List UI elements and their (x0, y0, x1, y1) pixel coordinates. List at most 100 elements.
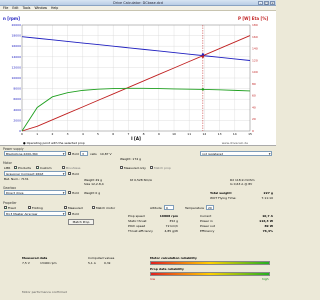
power-in-value: 116,3 W (259, 219, 273, 223)
thrust-eff-value: 4,85 g/W (164, 229, 178, 233)
y-left-tick: 16000 (11, 44, 21, 48)
chart-legend: ● Operating point with the selected prop (23, 141, 85, 145)
series-line-p-out (21, 35, 251, 132)
motor-reliability-label: Motor calculation reliability (150, 256, 197, 260)
operating-point-eta-marker (201, 88, 205, 91)
temperature-input[interactable]: 20 (206, 205, 214, 210)
products-checkbox[interactable] (14, 166, 18, 170)
x-tick: 7 (127, 132, 129, 136)
x-tick: 15 (248, 132, 252, 136)
x-tick: 9 (158, 132, 160, 136)
motor-reliability-bar (150, 261, 270, 265)
powersupply-weight: Weight: 174 g (120, 157, 141, 161)
y-right-tick: 20 (252, 117, 256, 121)
x-tick: 3 (67, 132, 69, 136)
y-right-tick: 140 (252, 47, 258, 51)
fixed-checkbox[interactable] (4, 206, 8, 210)
cells-input[interactable]: 3 (80, 151, 88, 156)
power-in-label: Power in (200, 219, 213, 223)
measured-only-label: Measured only (124, 166, 146, 170)
power-out-label: Power out (200, 224, 215, 228)
minimize-icon[interactable]: – (258, 1, 263, 5)
altitude-label: Altitude (150, 206, 162, 210)
match-prop-label: Match prop (154, 166, 171, 170)
y-right-axis-title: P [W] Eta [%] (238, 16, 268, 21)
reliability-low: low (150, 277, 156, 281)
x-tick: 12 (202, 132, 206, 136)
measured-label: Measured (68, 206, 83, 210)
static-thrust-value: 352 g (169, 219, 178, 223)
fixed-label: Fixed (8, 206, 16, 210)
gearbox-weight: Weight 0 g (84, 191, 101, 195)
motor-kt: Kt 0,528 Nm/A (130, 178, 152, 182)
reliability-high: high (262, 277, 269, 281)
measured-rpm: 13400 rpm (40, 261, 57, 265)
footer-status: Motor performance confirmed (22, 290, 67, 294)
powersupply-select[interactable]: Blackstone 2200-36C (4, 151, 66, 156)
x-tick: 4 (82, 132, 84, 136)
measured-checkbox[interactable] (64, 206, 68, 210)
altitude-input[interactable]: 0 (164, 205, 174, 210)
motor-size: Size 12,2-8,4 (84, 182, 104, 186)
x-tick: 5 (97, 132, 99, 136)
y-right-tick: 80 (252, 82, 256, 86)
folding-checkbox[interactable] (28, 206, 32, 210)
pitch-speed-value: 72 km/h (165, 224, 178, 228)
match-prop-button[interactable]: Match Prop (68, 219, 94, 225)
operating-point-rpm-marker (201, 53, 205, 56)
x-tick: 11 (187, 132, 191, 136)
x-tick: 0 (21, 132, 23, 136)
performance-chart: 20000 18000 16000 14000 12000 10000 8000 6000 40… (0, 11, 276, 146)
close-icon[interactable]: × (270, 1, 275, 5)
y-left-axis-title: n [rpm] (3, 16, 20, 21)
custom-label: Custom (40, 166, 52, 170)
computed-extra: 0,3k (104, 261, 111, 265)
efficiency-label: Efficiency (200, 229, 215, 233)
match-prop-checkbox[interactable] (150, 166, 154, 170)
x-tick: 2 (51, 132, 53, 136)
brushless-checkbox[interactable] (62, 166, 66, 170)
window-title: Drive Calculator: DCbase.dcd (113, 1, 163, 5)
prop-speed-value: 16808 rpm (159, 214, 178, 218)
prop-speed-label: Prop speed (128, 214, 145, 218)
registration-select[interactable]: not registered (200, 151, 272, 156)
custom-checkbox[interactable] (36, 166, 40, 170)
x-tick: 13 (218, 132, 222, 136)
y-right-tick: 0 (252, 129, 254, 133)
y-right-tick: 180 (252, 23, 258, 27)
y-left-tick: 10000 (11, 76, 21, 80)
settings-panel: Power supply Blackstone 2200-36C Hold 3 … (0, 146, 276, 300)
current-label: Current (200, 214, 212, 218)
prop-hold-checkbox[interactable] (68, 212, 72, 216)
x-tick: 8 (143, 132, 145, 136)
y-left-tick: 12000 (11, 65, 21, 69)
cells-voltage: 10,87 V (100, 152, 112, 156)
motor-select[interactable]: Graupner Compact 260Z (4, 171, 66, 176)
y-left-tick: 6000 (13, 97, 21, 101)
motor-bat-number: Bat. Num.: 7131 (4, 177, 29, 181)
y-right-tick: 120 (252, 58, 258, 62)
products-label: Products (18, 166, 31, 170)
powersupply-hold-label: Hold (72, 152, 79, 156)
y-left-tick: 8000 (13, 87, 21, 91)
gearbox-hold-checkbox[interactable] (68, 191, 72, 195)
maximize-icon[interactable]: □ (264, 1, 269, 5)
prop-select[interactable]: 8×3 Master Airscrew (4, 211, 66, 216)
efficiency-value: 76,4% (262, 229, 273, 233)
powersupply-hold-checkbox[interactable] (68, 152, 72, 156)
x-tick: 14 (233, 132, 237, 136)
folding-label: Folding (32, 206, 43, 210)
wot-value: 7:11:10 (261, 196, 273, 200)
gearbox-select[interactable]: Direct drive (4, 190, 66, 195)
y-right-tick: 160 (252, 35, 258, 39)
total-weight-value: 227 g (263, 191, 273, 195)
match-motor-label: Match motor (96, 206, 116, 210)
motor-hold-checkbox[interactable] (68, 172, 72, 176)
brushless-label: Brushless (66, 166, 81, 170)
motor-hold-label: Hold (72, 172, 79, 176)
match-motor-checkbox[interactable] (92, 206, 96, 210)
y-left-tick: 18000 (11, 34, 21, 38)
y-right-tick: 100 (252, 70, 258, 74)
computed-values-label: Computed values (88, 256, 115, 260)
measured-only-checkbox[interactable] (120, 166, 124, 170)
